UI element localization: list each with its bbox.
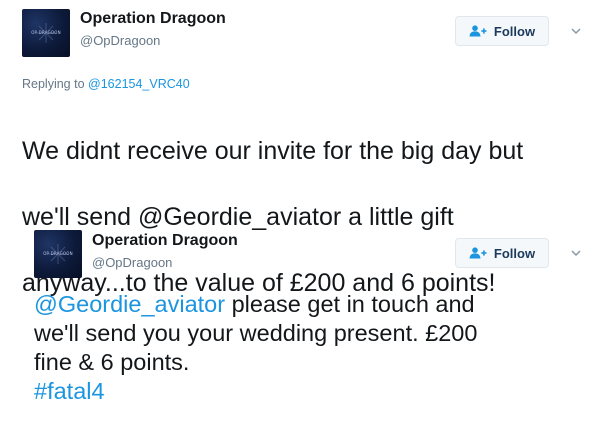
avatar[interactable]: OP DRAGOON [22,9,70,57]
follow-label: Follow [493,23,536,39]
tweet-text-line: we'll send you your wedding present. £20… [34,320,478,346]
display-name[interactable]: Operation Dragoon [92,232,238,250]
follow-button[interactable]: Follow [455,238,549,268]
follow-button[interactable]: Follow [455,16,549,46]
reply-to-mention[interactable]: @162154_VRC40 [88,77,190,91]
chevron-down-icon[interactable] [569,246,583,260]
tweet-text-line: @Geordie_aviator please get in touch and [34,290,477,319]
reply-context: Replying to @162154_VRC40 [22,77,190,91]
add-user-icon [469,25,487,37]
tweet: OP DRAGOON Operation Dragoon @OpDragoon … [0,0,610,297]
tweet-text-fragment: please get in touch and [225,291,475,317]
tweet-text-line: #fatal4 [34,377,477,406]
tweet-text: @Geordie_aviator please get in touch and… [34,290,477,406]
hashtag-link[interactable]: #fatal4 [34,378,105,404]
tweet-text-line: We didnt receive our invite for the big … [22,137,524,165]
tweet-text-line: fine & 6 points. [34,349,190,375]
avatar-logo-text: OP DRAGOON [31,30,61,35]
follow-label: Follow [493,245,536,261]
chevron-down-icon[interactable] [569,24,583,38]
tweet: OP DRAGOON Operation Dragoon @OpDragoon … [0,214,610,424]
user-handle[interactable]: @OpDragoon [80,33,160,48]
avatar-logo-text: OP DRAGOON [43,251,73,256]
avatar[interactable]: OP DRAGOON [34,230,82,278]
add-user-icon [469,247,487,259]
display-name[interactable]: Operation Dragoon [80,10,226,28]
reply-prefix: Replying to [22,77,85,91]
user-handle[interactable]: @OpDragoon [92,255,172,270]
mention-link[interactable]: @Geordie_aviator [34,291,225,317]
